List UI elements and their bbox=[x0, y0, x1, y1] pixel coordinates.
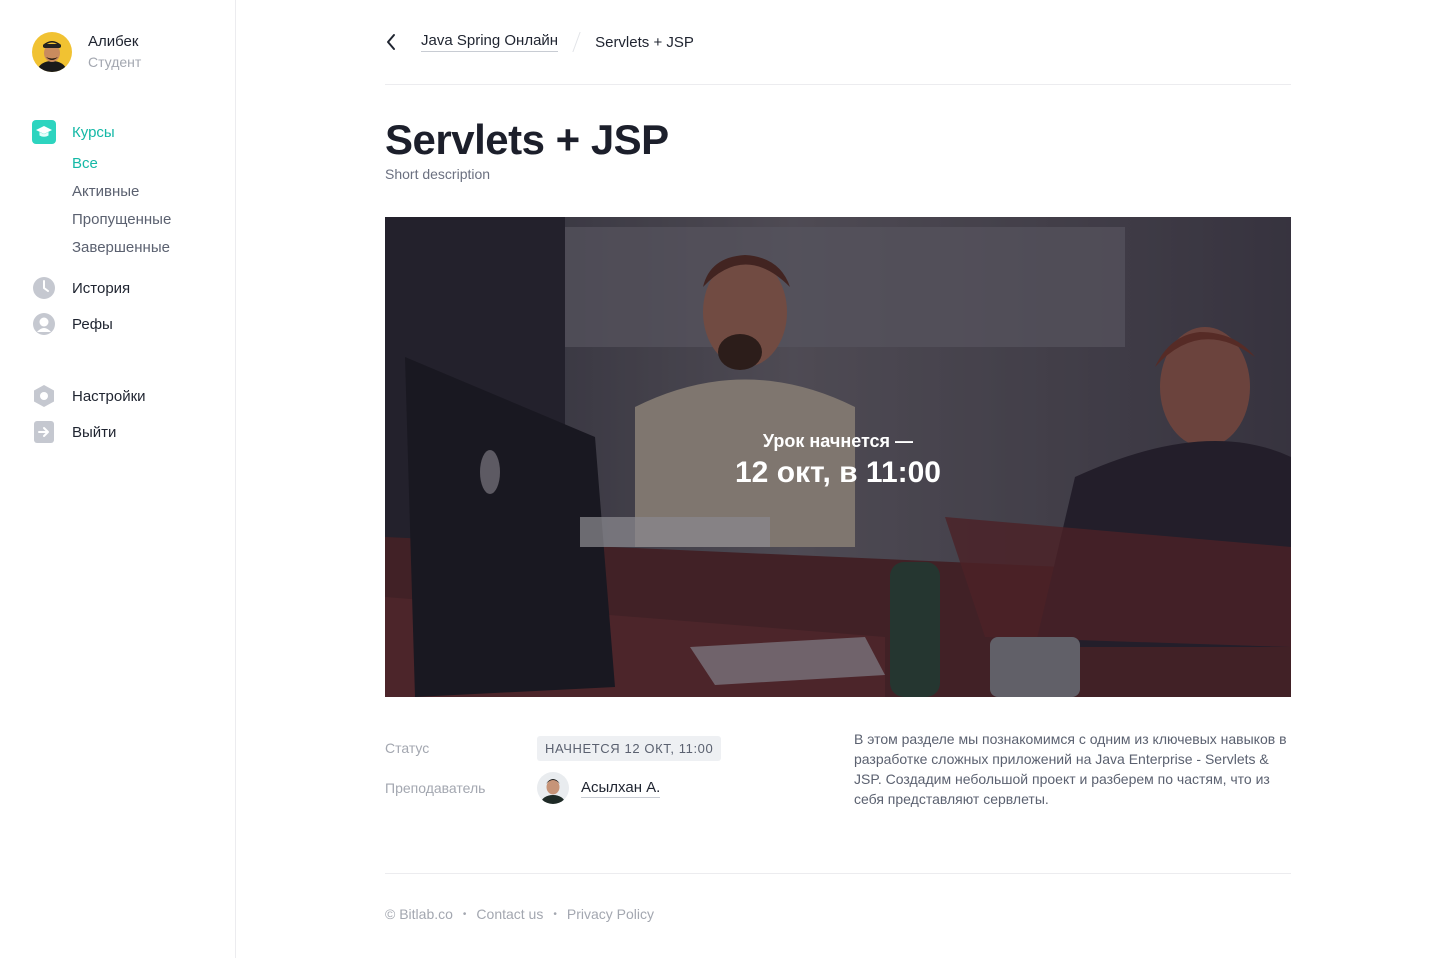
user-profile[interactable]: Алибек Студент bbox=[32, 32, 141, 72]
gear-icon bbox=[32, 384, 56, 408]
breadcrumb-link-course[interactable]: Java Spring Онлайн bbox=[421, 32, 559, 52]
chevron-left-icon[interactable] bbox=[385, 30, 405, 54]
nav-item-courses[interactable]: Курсы bbox=[32, 120, 232, 144]
nav-label-settings: Настройки bbox=[72, 387, 146, 405]
nav-item-history[interactable]: История bbox=[32, 276, 232, 300]
breadcrumb-current: Servlets + JSP bbox=[595, 33, 694, 51]
contact-link[interactable]: Contact us bbox=[476, 906, 543, 922]
footer-separator: • bbox=[462, 908, 467, 920]
submenu-item-completed[interactable]: Завершенные bbox=[72, 240, 232, 268]
user-avatar[interactable] bbox=[32, 32, 72, 72]
divider bbox=[385, 873, 1291, 874]
graduation-cap-icon bbox=[32, 120, 56, 144]
breadcrumb: Java Spring Онлайн Servlets + JSP bbox=[385, 30, 694, 54]
breadcrumb-separator bbox=[572, 32, 581, 52]
clock-icon bbox=[32, 276, 56, 300]
footer-separator: • bbox=[553, 908, 557, 920]
nav-item-logout[interactable]: Выйти bbox=[32, 420, 232, 444]
user-name: Алибек bbox=[88, 33, 139, 50]
privacy-link[interactable]: Privacy Policy bbox=[567, 906, 654, 922]
nav-item-refs[interactable]: Рефы bbox=[32, 312, 232, 336]
status-row: Статус НАЧНЕТСЯ 12 ОКТ, 11:00 bbox=[385, 728, 805, 768]
lesson-start-label: Урок начнется — bbox=[762, 431, 914, 451]
user-circle-icon bbox=[32, 312, 56, 336]
main-nav: Курсы Все Активные Пропущенные Завершенн… bbox=[32, 120, 232, 444]
submenu-item-all[interactable]: Все bbox=[72, 156, 232, 184]
lesson-start-time: 12 окт, в 11:00 bbox=[734, 456, 941, 489]
nav-label-courses: Курсы bbox=[72, 123, 115, 141]
teacher-name[interactable]: Асылхан А. bbox=[581, 779, 661, 798]
sidebar: Алибек Студент Курсы Все Активные Пропущ… bbox=[0, 0, 236, 958]
lesson-cover-image[interactable]: Урок начнется — 12 окт, в 11:00 bbox=[385, 217, 1291, 697]
page-title: Servlets + JSP bbox=[385, 116, 669, 163]
lesson-description: В этом разделе мы познакомимся с одним и… bbox=[854, 731, 1287, 807]
nav-item-settings[interactable]: Настройки bbox=[32, 384, 232, 408]
status-badge: НАЧНЕТСЯ 12 ОКТ, 11:00 bbox=[537, 735, 722, 761]
page-subtitle: Short description bbox=[385, 166, 491, 182]
submenu-item-missed[interactable]: Пропущенные bbox=[72, 212, 232, 240]
footer: © Bitlab.co • Contact us • Privacy Polic… bbox=[385, 906, 654, 922]
user-role: Студент bbox=[88, 54, 142, 70]
nav-label-refs: Рефы bbox=[72, 315, 113, 333]
divider bbox=[385, 84, 1291, 85]
courses-submenu: Все Активные Пропущенные Завершенные bbox=[72, 156, 232, 268]
nav-label-logout: Выйти bbox=[72, 423, 117, 441]
teacher-avatar[interactable] bbox=[537, 772, 569, 804]
submenu-item-active[interactable]: Активные bbox=[72, 184, 232, 212]
logout-arrow-icon bbox=[32, 420, 56, 444]
copyright: © Bitlab.co bbox=[385, 906, 453, 922]
teacher-label: Преподаватель bbox=[385, 780, 486, 796]
status-label: Статус bbox=[385, 740, 430, 756]
nav-label-history: История bbox=[72, 279, 131, 297]
lesson-meta: Статус НАЧНЕТСЯ 12 ОКТ, 11:00 Преподават… bbox=[385, 728, 805, 808]
teacher[interactable]: Асылхан А. bbox=[537, 772, 661, 804]
lesson-start-banner: Урок начнется — 12 окт, в 11:00 bbox=[385, 429, 1291, 493]
teacher-row: Преподаватель Асылхан А. bbox=[385, 768, 805, 808]
